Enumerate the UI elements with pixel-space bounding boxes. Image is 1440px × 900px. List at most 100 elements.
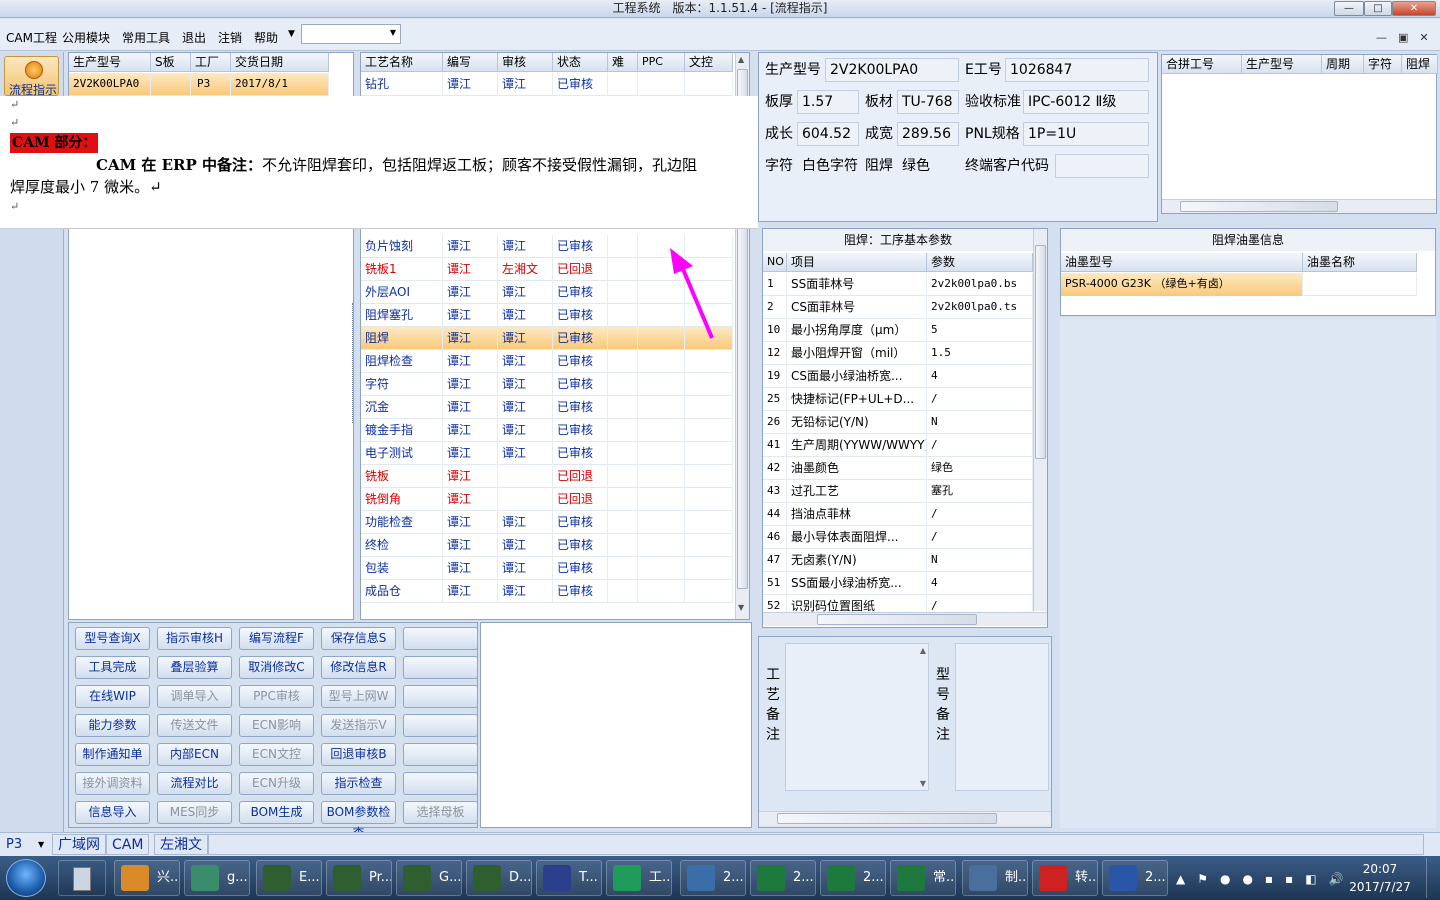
action-button[interactable] <box>403 627 478 650</box>
menu-help[interactable]: 帮助 <box>254 29 278 46</box>
process-row[interactable]: 阻焊检查 谭江 谭江 已审核 <box>361 350 733 373</box>
clock-time[interactable]: 20:07 <box>1348 862 1412 876</box>
taskbar-app[interactable]: 2... <box>680 860 746 896</box>
process-row[interactable]: 铣板 谭江 已回退 <box>361 465 733 488</box>
action-button[interactable]: 调单导入 <box>157 685 232 708</box>
order-col-factory[interactable]: 工厂 <box>191 53 231 72</box>
param-row[interactable]: 1 SS面菲林号 2v2k00lpa0.bs <box>763 273 1033 296</box>
field-std[interactable]: IPC-6012 Ⅱ级 <box>1023 90 1149 114</box>
action-button[interactable]: PPC审核 <box>239 685 314 708</box>
field-len[interactable]: 604.52 <box>797 122 859 146</box>
action-button[interactable]: 取消修改C <box>239 656 314 679</box>
param-row[interactable]: 12 最小阻焊开窗（mil） 1.5 <box>763 342 1033 365</box>
process-col-ppc[interactable]: PPC <box>638 53 685 72</box>
nav-flow-instruction[interactable]: 流程指示 <box>4 56 59 97</box>
action-button[interactable]: 选择母板 <box>403 801 478 824</box>
params-col-no[interactable]: NO <box>763 253 787 272</box>
maximize-button[interactable]: □ <box>1364 1 1392 16</box>
taskbar-app[interactable]: G... <box>396 860 462 896</box>
menu-combo-box[interactable]: ▼ <box>301 24 401 44</box>
taskbar-app[interactable]: 制... <box>962 860 1028 896</box>
param-row[interactable]: 42 油墨颜色 绿色 <box>763 457 1033 480</box>
process-row[interactable]: 电子测试 谭江 谭江 已审核 <box>361 442 733 465</box>
process-col-writer[interactable]: 编写 <box>443 53 498 72</box>
param-row[interactable]: 19 CS面最小绿油桥宽... 4 <box>763 365 1033 388</box>
field-e[interactable]: 1026847 <box>1005 58 1149 82</box>
action-button[interactable]: 内部ECN <box>157 743 232 766</box>
combined-col-cycle[interactable]: 周期 <box>1322 55 1364 74</box>
ink-row[interactable]: PSR-4000 G23K （绿色+有卤） <box>1061 273 1417 296</box>
params-col-val[interactable]: 参数 <box>927 253 1033 272</box>
taskbar-app[interactable]: 转... <box>1032 860 1098 896</box>
start-button[interactable] <box>6 859 46 897</box>
field-wid[interactable]: 289.56 <box>897 122 959 146</box>
action-button[interactable]: 接外调资料 <box>75 772 150 795</box>
taskbar-app[interactable]: g... <box>184 860 250 896</box>
action-button[interactable]: 保存信息S <box>321 627 396 650</box>
action-button[interactable] <box>403 685 478 708</box>
field-mat[interactable]: TU-768 <box>897 90 959 114</box>
process-row[interactable]: 包装 谭江 谭江 已审核 <box>361 557 733 580</box>
action-button[interactable]: 在线WIP <box>75 685 150 708</box>
process-col-name[interactable]: 工艺名称 <box>361 53 443 72</box>
process-row[interactable]: 字符 谭江 谭江 已审核 <box>361 373 733 396</box>
param-row[interactable]: 10 最小拐角厚度（μm） 5 <box>763 319 1033 342</box>
action-button[interactable] <box>403 656 478 679</box>
process-row[interactable]: 成品仓 谭江 谭江 已审核 <box>361 580 733 603</box>
menu-exit[interactable]: 退出 <box>182 29 206 46</box>
clock-date[interactable]: 2017/7/27 <box>1348 880 1412 894</box>
param-row[interactable]: 41 生产周期(YYWW/WWYY) / <box>763 434 1033 457</box>
combined-col-mask[interactable]: 阻焊 <box>1402 55 1438 74</box>
process-remark-box[interactable]: ▲ ▼ <box>785 643 929 791</box>
action-button[interactable]: 传送文件 <box>157 714 232 737</box>
params-hscroll-thumb[interactable] <box>817 614 977 625</box>
param-row[interactable]: 43 过孔工艺 塞孔 <box>763 480 1033 503</box>
minimize-button[interactable]: — <box>1334 1 1364 16</box>
scroll-down-icon[interactable]: ▼ <box>738 603 744 612</box>
action-button[interactable]: 叠层验算 <box>157 656 232 679</box>
order-col-date[interactable]: 交货日期 <box>231 53 329 72</box>
field-thick[interactable]: 1.57 <box>797 90 859 114</box>
process-row[interactable]: 沉金 谭江 谭江 已审核 <box>361 396 733 419</box>
scroll-down-icon[interactable]: ▼ <box>920 779 926 788</box>
menu-common-tools[interactable]: 常用工具 <box>122 29 170 46</box>
taskbar-app[interactable]: 2... <box>820 860 886 896</box>
param-row[interactable]: 46 最小导体表面阻焊... / <box>763 526 1033 549</box>
scroll-up-icon[interactable]: ▲ <box>738 55 744 64</box>
scroll-up-icon[interactable]: ▲ <box>920 646 926 655</box>
menu-cam[interactable]: CAM工程 <box>6 29 57 46</box>
order-col-s[interactable]: S板 <box>151 53 191 72</box>
field-pnl[interactable]: 1P=1U <box>1023 122 1149 146</box>
action-button[interactable]: 指示检查 <box>321 772 396 795</box>
action-button[interactable]: ECN文控 <box>239 743 314 766</box>
remarks-scrollbar[interactable] <box>759 811 1051 825</box>
taskbar-calculator[interactable] <box>58 860 106 896</box>
action-button[interactable]: 回退审核B <box>321 743 396 766</box>
action-button[interactable]: BOM生成 <box>239 801 314 824</box>
action-button[interactable] <box>403 714 478 737</box>
action-button[interactable]: MES同步 <box>157 801 232 824</box>
model-remark-box[interactable] <box>955 643 1049 791</box>
taskbar-app[interactable]: E... <box>256 860 322 896</box>
taskbar-app[interactable]: 常... <box>890 860 956 896</box>
action-button[interactable]: 修改信息R <box>321 656 396 679</box>
field-cust[interactable] <box>1055 154 1149 178</box>
action-button[interactable]: 工具完成 <box>75 656 150 679</box>
param-row[interactable]: 26 无铅标记(Y/N) N <box>763 411 1033 434</box>
action-button[interactable] <box>403 743 478 766</box>
process-col-status[interactable]: 状态 <box>553 53 608 72</box>
param-row[interactable]: 25 快捷标记(FP+UL+D... / <box>763 388 1033 411</box>
action-button[interactable]: 编写流程F <box>239 627 314 650</box>
process-col-reviewer[interactable]: 审核 <box>498 53 553 72</box>
action-button[interactable]: 信息导入 <box>75 801 150 824</box>
field-mask[interactable]: 绿色 <box>897 154 959 178</box>
combined-col-model[interactable]: 生产型号 <box>1242 55 1322 74</box>
taskbar-app[interactable]: T... <box>536 860 602 896</box>
taskbar-app[interactable]: 工... <box>606 860 672 896</box>
param-row[interactable]: 44 挡油点菲林 / <box>763 503 1033 526</box>
param-row[interactable]: 47 无卤素(Y/N) N <box>763 549 1033 572</box>
params-scroll-thumb[interactable] <box>1035 245 1046 459</box>
action-button[interactable]: ECN影响 <box>239 714 314 737</box>
taskbar-app[interactable]: D... <box>466 860 532 896</box>
order-row[interactable]: 2V2K00LPA0 P3 2017/8/1 <box>69 73 329 96</box>
